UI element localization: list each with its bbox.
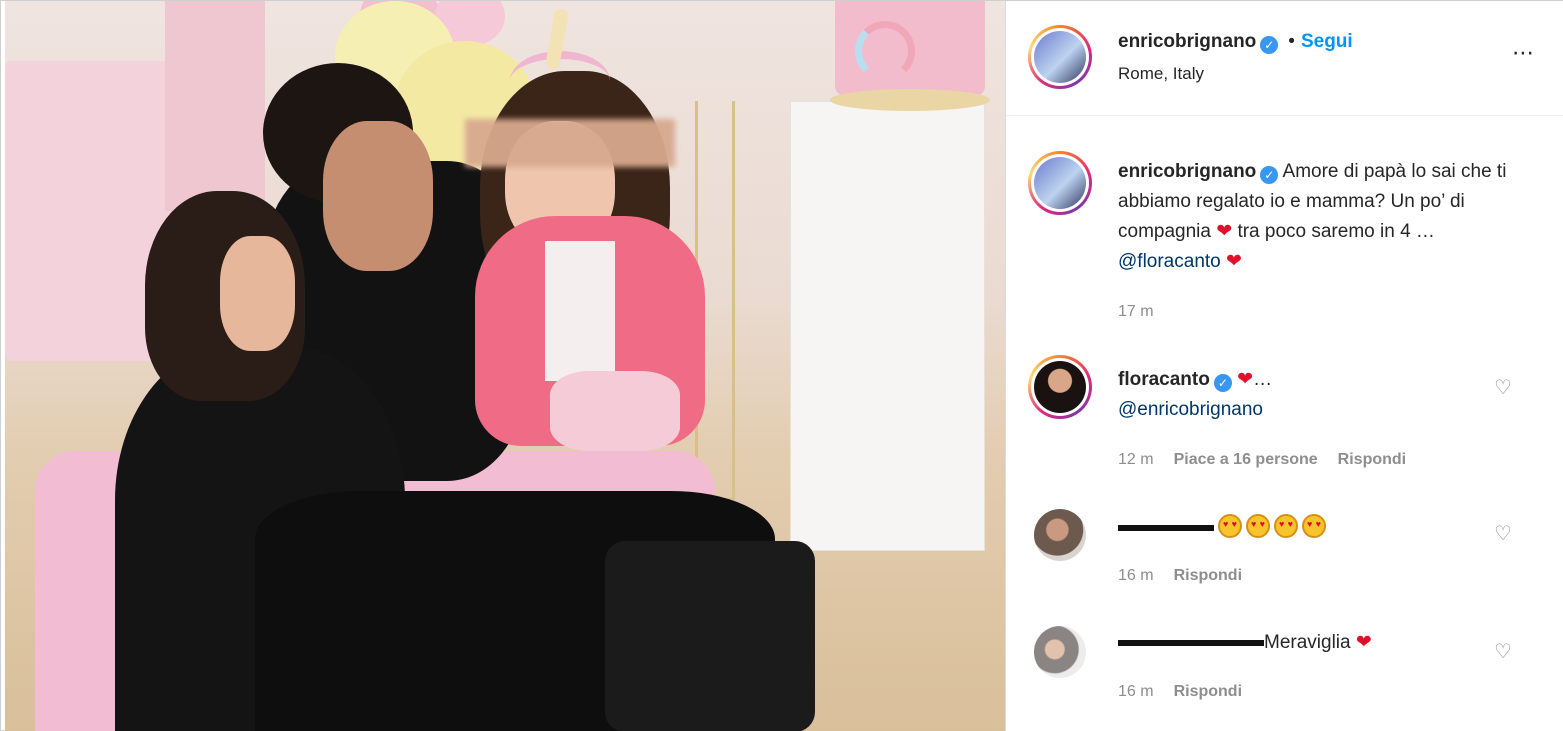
post-location[interactable]: Rome, Italy (1118, 64, 1204, 84)
comment-text: floracanto ✓ ❤… @enricobrignano (1118, 365, 1478, 425)
comment-username[interactable]: floracanto (1118, 369, 1210, 390)
background-table-leg (165, 1, 265, 211)
girl-shirt (545, 241, 615, 381)
woman-face (220, 236, 295, 351)
like-comment-heart-icon[interactable]: ♡ (1494, 521, 1512, 546)
cake-pedestal (790, 101, 985, 551)
caption-mention[interactable]: @floracanto (1118, 251, 1221, 272)
caption-time[interactable]: 17 m (1118, 303, 1154, 321)
heart-emoji-icon: ❤ (1355, 632, 1372, 653)
cake-base (830, 89, 990, 111)
girl-skirt (550, 371, 680, 451)
heart-eyes-emoji-icon (1302, 514, 1326, 538)
comment-body: Meraviglia (1264, 632, 1351, 653)
heart-emoji-icon: ❤ (1226, 251, 1242, 272)
post-caption: enricobrignano ✓ Amore di papà lo sai che… (1118, 157, 1538, 277)
comment-likes[interactable]: Piace a 16 persone (1174, 451, 1318, 468)
caption-text-2: tra poco saremo in 4 … (1237, 221, 1435, 242)
face-blur (465, 119, 675, 167)
post-header: enricobrignano ✓ • Segui Rome, Italy ⋯ (1006, 1, 1563, 116)
caption-username[interactable]: enricobrignano (1118, 161, 1256, 182)
author-avatar[interactable] (1028, 25, 1092, 89)
comment-avatar[interactable] (1034, 509, 1086, 561)
comment-mention[interactable]: @enricobrignano (1118, 399, 1263, 420)
more-options-icon[interactable]: ⋯ (1512, 42, 1535, 64)
boot (605, 541, 815, 731)
redacted-username[interactable] (1118, 639, 1264, 646)
caption-avatar[interactable] (1028, 151, 1092, 215)
verified-badge-icon: ✓ (1213, 374, 1232, 392)
reply-button[interactable]: Rispondi (1174, 683, 1242, 700)
cake-rainbow (855, 21, 915, 81)
comment-text: Meraviglia ❤ (1118, 631, 1372, 654)
comment-text (1118, 514, 1326, 539)
post-window: enricobrignano ✓ • Segui Rome, Italy ⋯ enri… (0, 0, 1563, 731)
reply-button[interactable]: Rispondi (1338, 451, 1406, 468)
heart-emoji-icon: ❤ (1216, 221, 1233, 242)
comment-meta: 16 m Rispondi (1118, 567, 1262, 585)
follow-button[interactable]: Segui (1301, 31, 1353, 52)
header-user-line: enricobrignano ✓ • Segui (1118, 31, 1353, 54)
heart-eyes-emoji-icon (1246, 514, 1270, 538)
heart-eyes-emoji-icon (1274, 514, 1298, 538)
comment-avatar[interactable] (1034, 626, 1086, 678)
comment-meta: 12 m Piace a 16 persone Rispondi (1118, 451, 1426, 469)
post-sidebar: enricobrignano ✓ • Segui Rome, Italy ⋯ enri… (1005, 1, 1563, 731)
verified-badge-icon: ✓ (1260, 166, 1279, 184)
comment-time[interactable]: 12 m (1118, 451, 1154, 468)
comment-time[interactable]: 16 m (1118, 683, 1154, 700)
heart-eyes-emoji-icon (1218, 514, 1242, 538)
author-username[interactable]: enricobrignano (1118, 31, 1256, 52)
comment-time[interactable]: 16 m (1118, 567, 1154, 584)
comment-ellipsis: … (1253, 369, 1273, 390)
like-comment-heart-icon[interactable]: ♡ (1494, 375, 1512, 400)
reply-button[interactable]: Rispondi (1174, 567, 1242, 584)
like-comment-heart-icon[interactable]: ♡ (1494, 639, 1512, 664)
separator-dot: • (1288, 31, 1295, 52)
heart-emoji-icon: ❤ (1237, 369, 1254, 390)
comment-meta: 16 m Rispondi (1118, 683, 1262, 701)
post-photo[interactable] (5, 1, 1005, 731)
verified-badge-icon: ✓ (1260, 36, 1279, 54)
comment-avatar[interactable] (1028, 355, 1092, 419)
man-face (323, 121, 433, 271)
redacted-username[interactable] (1118, 524, 1214, 531)
